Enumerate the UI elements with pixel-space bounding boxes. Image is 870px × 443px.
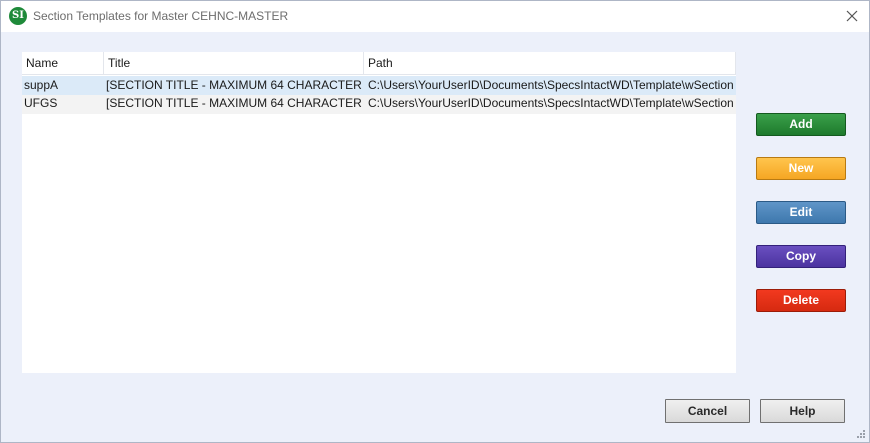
help-button[interactable]: Help [760, 399, 845, 423]
column-header-title[interactable]: Title [104, 52, 364, 75]
templates-grid[interactable]: Name Title Path suppA [SECTION TITLE - M… [22, 52, 736, 373]
dialog-window: SI Section Templates for Master CEHNC-MA… [0, 0, 870, 443]
cell-title: [SECTION TITLE - MAXIMUM 64 CHARACTERS] [106, 78, 362, 92]
table-row[interactable]: suppA [SECTION TITLE - MAXIMUM 64 CHARAC… [22, 76, 736, 95]
column-header-name[interactable]: Name [22, 52, 104, 75]
cell-path: C:\Users\YourUserID\Documents\SpecsIntac… [368, 78, 734, 92]
new-button[interactable]: New [756, 157, 846, 180]
table-row[interactable]: UFGS [SECTION TITLE - MAXIMUM 64 CHARACT… [22, 95, 736, 114]
edit-button[interactable]: Edit [756, 201, 846, 224]
title-bar: SI Section Templates for Master CEHNC-MA… [1, 1, 869, 32]
specsintact-logo-icon: SI [9, 7, 27, 25]
cancel-button[interactable]: Cancel [665, 399, 750, 423]
copy-button[interactable]: Copy [756, 245, 846, 268]
cell-name: UFGS [24, 96, 58, 110]
resize-grip-icon[interactable] [856, 429, 866, 439]
cell-title: [SECTION TITLE - MAXIMUM 64 CHARACTERS] [106, 96, 362, 110]
delete-button[interactable]: Delete [756, 289, 846, 312]
cell-path: C:\Users\YourUserID\Documents\SpecsIntac… [368, 96, 734, 110]
cell-name: suppA [24, 78, 59, 92]
grid-header: Name Title Path [22, 52, 736, 75]
window-title: Section Templates for Master CEHNC-MASTE… [33, 9, 289, 23]
add-button[interactable]: Add [756, 113, 846, 136]
column-header-path[interactable]: Path [364, 52, 736, 75]
close-button[interactable] [843, 7, 861, 25]
close-icon [846, 10, 858, 22]
